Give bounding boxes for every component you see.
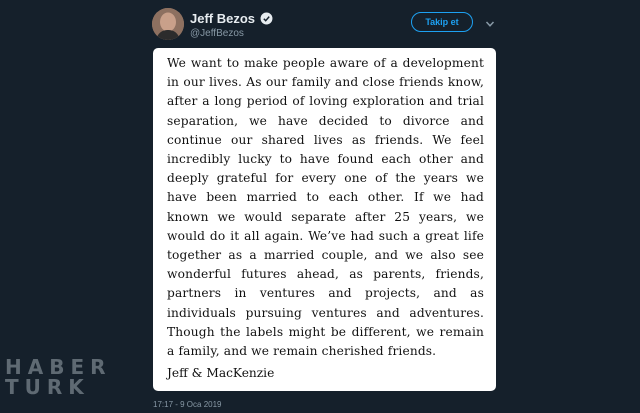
author-handle[interactable]: @JeffBezos	[190, 28, 244, 39]
verified-badge-icon	[260, 12, 273, 25]
statement-signature: Jeff & MacKenzie	[167, 366, 275, 380]
profile-photo	[152, 8, 184, 40]
statement-text: We want to make people aware of a develo…	[167, 56, 484, 359]
follow-button[interactable]: Takip et	[411, 12, 473, 32]
avatar[interactable]	[152, 8, 184, 40]
author-display-name[interactable]: Jeff Bezos	[190, 11, 255, 26]
statement-image[interactable]: We want to make people aware of a develo…	[153, 48, 496, 391]
chevron-down-icon[interactable]	[485, 16, 495, 27]
watermark-line-1: HABER	[5, 355, 112, 379]
tweet-timestamp[interactable]: 17:17 - 9 Oca 2019	[153, 400, 222, 409]
haberturk-watermark: HABER TURK	[5, 357, 112, 397]
author-name-row: Jeff Bezos	[190, 11, 273, 26]
watermark-line-2: TURK	[5, 375, 90, 399]
